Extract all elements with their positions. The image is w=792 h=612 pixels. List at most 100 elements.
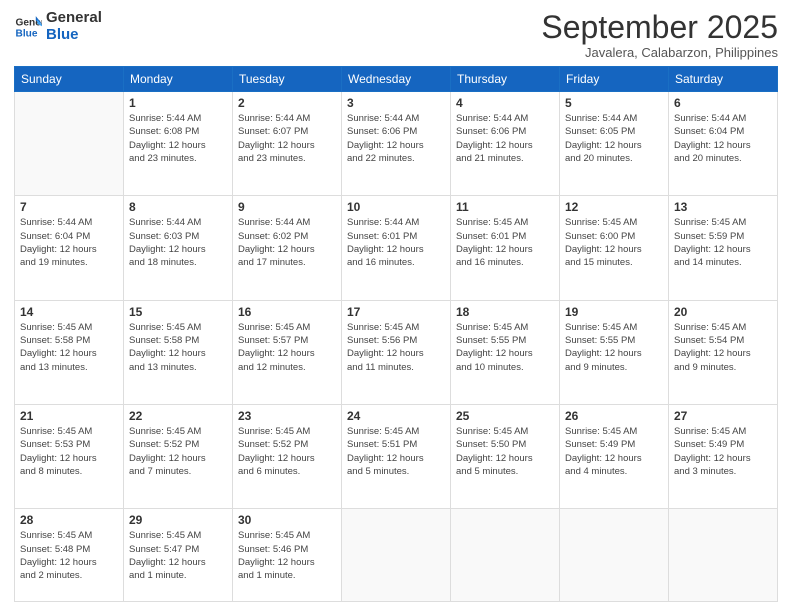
day-number: 12 [565,200,663,214]
calendar-cell [15,92,124,196]
calendar-cell: 27Sunrise: 5:45 AMSunset: 5:49 PMDayligh… [669,405,778,509]
calendar-cell: 24 Sunrise: 5:45 AMSunset: 5:51 PMDayligh… [342,405,451,509]
calendar-cell: 25 Sunrise: 5:45 AMSunset: 5:50 PMDayligh… [451,405,560,509]
calendar-cell [451,509,560,602]
cell-info: Sunrise: 5:45 AMSunset: 5:47 PMDaylight:… [129,529,227,582]
day-number: 17 [347,305,445,319]
day-number: 21 [20,409,118,423]
day-number: 5 [565,96,663,110]
calendar-cell: 22Sunrise: 5:45 AMSunset: 5:52 PMDayligh… [124,405,233,509]
day-number: 7 [20,200,118,214]
cell-info: Sunrise: 5:44 AMSunset: 6:06 PMDaylight:… [456,112,554,165]
header: General Blue General Blue September 2025… [14,10,778,60]
day-number: 14 [20,305,118,319]
day-number: 28 [20,513,118,527]
day-number: 18 [456,305,554,319]
cell-info: Sunrise: 5:44 AMSunset: 6:07 PMDaylight:… [238,112,336,165]
calendar-cell [342,509,451,602]
day-number: 26 [565,409,663,423]
month-title: September 2025 [541,10,778,45]
calendar-cell: 5 Sunrise: 5:44 AMSunset: 6:05 PMDaylight… [560,92,669,196]
day-number: 24 [347,409,445,423]
day-number: 22 [129,409,227,423]
cell-info: Sunrise: 5:44 AMSunset: 6:08 PMDaylight:… [129,112,227,165]
calendar-cell: 19 Sunrise: 5:45 AMSunset: 5:55 PMDayligh… [560,300,669,404]
day-number: 8 [129,200,227,214]
logo-general-text: General [46,10,102,27]
cell-info: Sunrise: 5:45 AMSunset: 6:01 PMDaylight:… [456,216,554,269]
weekday-header: Monday [124,67,233,92]
cell-info: Sunrise: 5:44 AMSunset: 6:01 PMDaylight:… [347,216,445,269]
calendar-cell: 15 Sunrise: 5:45 AMSunset: 5:58 PMDayligh… [124,300,233,404]
cell-info: Sunrise: 5:45 AMSunset: 5:57 PMDaylight:… [238,321,336,374]
day-number: 19 [565,305,663,319]
calendar-cell: 9 Sunrise: 5:44 AMSunset: 6:02 PMDaylight… [233,196,342,300]
calendar-cell: 13 Sunrise: 5:45 AMSunset: 5:59 PMDayligh… [669,196,778,300]
cell-info: Sunrise: 5:44 AMSunset: 6:03 PMDaylight:… [129,216,227,269]
calendar-cell: 1 Sunrise: 5:44 AMSunset: 6:08 PMDaylight… [124,92,233,196]
calendar-cell [669,509,778,602]
cell-info: Sunrise: 5:45 AMSunset: 5:49 PMDaylight:… [565,425,663,478]
day-number: 10 [347,200,445,214]
weekday-header: Sunday [15,67,124,92]
day-number: 20 [674,305,772,319]
calendar-cell: 20Sunrise: 5:45 AMSunset: 5:54 PMDayligh… [669,300,778,404]
calendar-cell [560,509,669,602]
day-number: 16 [238,305,336,319]
logo-blue-text: Blue [46,27,102,44]
day-number: 27 [674,409,772,423]
calendar-cell: 28 Sunrise: 5:45 AMSunset: 5:48 PMDayligh… [15,509,124,602]
day-number: 3 [347,96,445,110]
calendar-cell: 8 Sunrise: 5:44 AMSunset: 6:03 PMDaylight… [124,196,233,300]
calendar-cell: 18 Sunrise: 5:45 AMSunset: 5:55 PMDayligh… [451,300,560,404]
svg-text:Blue: Blue [16,28,38,39]
cell-info: Sunrise: 5:45 AMSunset: 5:58 PMDaylight:… [20,321,118,374]
cell-info: Sunrise: 5:45 AMSunset: 5:51 PMDaylight:… [347,425,445,478]
cell-info: Sunrise: 5:45 AMSunset: 5:53 PMDaylight:… [20,425,118,478]
cell-info: Sunrise: 5:45 AMSunset: 5:50 PMDaylight:… [456,425,554,478]
cell-info: Sunrise: 5:44 AMSunset: 6:04 PMDaylight:… [674,112,772,165]
calendar-cell: 3 Sunrise: 5:44 AMSunset: 6:06 PMDaylight… [342,92,451,196]
cell-info: Sunrise: 5:45 AMSunset: 5:48 PMDaylight:… [20,529,118,582]
calendar-cell: 2 Sunrise: 5:44 AMSunset: 6:07 PMDaylight… [233,92,342,196]
cell-info: Sunrise: 5:45 AMSunset: 5:46 PMDaylight:… [238,529,336,582]
calendar-cell: 6Sunrise: 5:44 AMSunset: 6:04 PMDaylight… [669,92,778,196]
cell-info: Sunrise: 5:45 AMSunset: 5:58 PMDaylight:… [129,321,227,374]
location: Javalera, Calabarzon, Philippines [541,45,778,60]
title-area: September 2025 Javalera, Calabarzon, Phi… [541,10,778,60]
day-number: 11 [456,200,554,214]
calendar-cell: 16 Sunrise: 5:45 AMSunset: 5:57 PMDayligh… [233,300,342,404]
day-number: 15 [129,305,227,319]
cell-info: Sunrise: 5:45 AMSunset: 5:52 PMDaylight:… [238,425,336,478]
logo: General Blue General Blue [14,10,102,43]
day-number: 9 [238,200,336,214]
cell-info: Sunrise: 5:45 AMSunset: 5:55 PMDaylight:… [456,321,554,374]
calendar-cell: 21 Sunrise: 5:45 AMSunset: 5:53 PMDayligh… [15,405,124,509]
cell-info: Sunrise: 5:44 AMSunset: 6:02 PMDaylight:… [238,216,336,269]
day-number: 13 [674,200,772,214]
cell-info: Sunrise: 5:45 AMSunset: 6:00 PMDaylight:… [565,216,663,269]
logo-icon: General Blue [14,13,42,41]
cell-info: Sunrise: 5:45 AMSunset: 5:56 PMDaylight:… [347,321,445,374]
cell-info: Sunrise: 5:45 AMSunset: 5:55 PMDaylight:… [565,321,663,374]
day-number: 4 [456,96,554,110]
calendar-cell: 29Sunrise: 5:45 AMSunset: 5:47 PMDayligh… [124,509,233,602]
day-number: 2 [238,96,336,110]
weekday-header: Tuesday [233,67,342,92]
calendar-cell: 7Sunrise: 5:44 AMSunset: 6:04 PMDaylight… [15,196,124,300]
calendar-cell: 11 Sunrise: 5:45 AMSunset: 6:01 PMDayligh… [451,196,560,300]
calendar-cell: 4 Sunrise: 5:44 AMSunset: 6:06 PMDaylight… [451,92,560,196]
calendar-cell: 23Sunrise: 5:45 AMSunset: 5:52 PMDayligh… [233,405,342,509]
calendar-cell: 12 Sunrise: 5:45 AMSunset: 6:00 PMDayligh… [560,196,669,300]
calendar-cell: 14 Sunrise: 5:45 AMSunset: 5:58 PMDayligh… [15,300,124,404]
weekday-header: Friday [560,67,669,92]
cell-info: Sunrise: 5:44 AMSunset: 6:06 PMDaylight:… [347,112,445,165]
day-number: 1 [129,96,227,110]
calendar-cell: 10 Sunrise: 5:44 AMSunset: 6:01 PMDayligh… [342,196,451,300]
weekday-header: Saturday [669,67,778,92]
day-number: 25 [456,409,554,423]
cell-info: Sunrise: 5:44 AMSunset: 6:05 PMDaylight:… [565,112,663,165]
weekday-header: Thursday [451,67,560,92]
cell-info: Sunrise: 5:45 AMSunset: 5:59 PMDaylight:… [674,216,772,269]
calendar-cell: 17 Sunrise: 5:45 AMSunset: 5:56 PMDayligh… [342,300,451,404]
